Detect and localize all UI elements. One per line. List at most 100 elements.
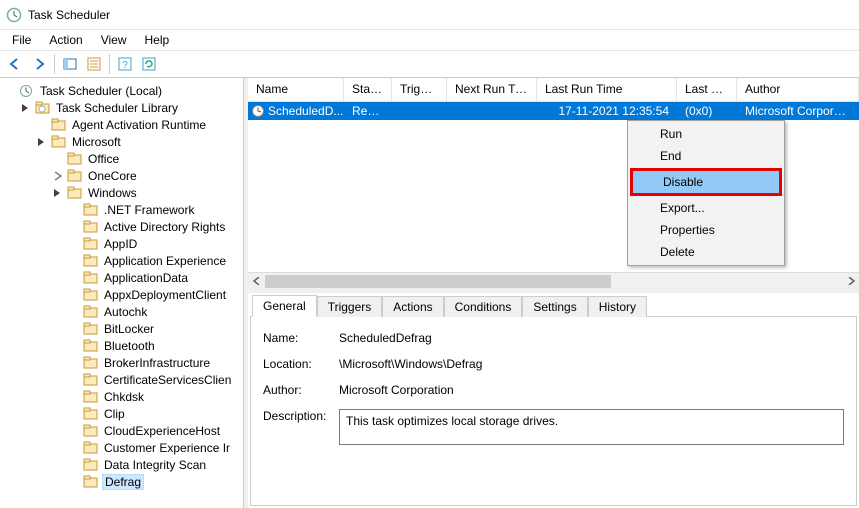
tab-conditions[interactable]: Conditions: [444, 296, 523, 317]
folder-icon: [51, 118, 67, 132]
tree-folder-label: Data Integrity Scan: [102, 458, 208, 472]
window-title: Task Scheduler: [28, 8, 110, 22]
properties-button[interactable]: [83, 53, 105, 75]
detail-name-label: Name:: [263, 331, 339, 345]
menu-file[interactable]: File: [4, 31, 39, 49]
detail-location-value: \Microsoft\Windows\Defrag: [339, 357, 844, 371]
tree-folder-label: AppxDeploymentClient: [102, 288, 228, 302]
folder-icon: [67, 152, 83, 166]
tree-folder-clip[interactable]: Clip: [66, 405, 243, 422]
tree-folder-defrag[interactable]: Defrag: [66, 473, 243, 490]
col-nextrun[interactable]: Next Run Time: [447, 78, 537, 101]
tree-agent[interactable]: Agent Activation Runtime: [34, 116, 243, 133]
tree-root-label: Task Scheduler (Local): [38, 84, 164, 98]
tree-folder-broker[interactable]: BrokerInfrastructure: [66, 354, 243, 371]
tree-folder-label: BitLocker: [102, 322, 156, 336]
scroll-right-button[interactable]: [842, 273, 859, 290]
tree-folder-chkdsk[interactable]: Chkdsk: [66, 388, 243, 405]
task-nextrun: [447, 110, 537, 112]
expander-collapsed-icon[interactable]: [52, 170, 64, 182]
ctx-end[interactable]: End: [630, 145, 782, 167]
tree-microsoft[interactable]: Microsoft: [34, 133, 243, 150]
help-button[interactable]: ?: [114, 53, 136, 75]
detail-description-label: Description:: [263, 409, 339, 423]
col-triggers[interactable]: Triggers: [392, 78, 447, 101]
tree-folder-datascan[interactable]: Data Integrity Scan: [66, 456, 243, 473]
ctx-disable[interactable]: Disable: [630, 168, 782, 196]
tree-folder-net[interactable]: .NET Framework: [66, 201, 243, 218]
col-name[interactable]: Name: [248, 78, 344, 101]
tree-folder-appid[interactable]: AppID: [66, 235, 243, 252]
show-hide-button[interactable]: [59, 53, 81, 75]
toolbar: ?: [0, 50, 859, 78]
tree-folder-cert[interactable]: CertificateServicesClien: [66, 371, 243, 388]
scroll-thumb[interactable]: [265, 275, 611, 288]
tree-folder-cloud[interactable]: CloudExperienceHost: [66, 422, 243, 439]
menu-action[interactable]: Action: [41, 31, 90, 49]
horizontal-scrollbar[interactable]: [248, 272, 859, 289]
details-pane: General Triggers Actions Conditions Sett…: [248, 293, 859, 508]
task-row[interactable]: ScheduledD... Ready 17-11-2021 12:35:54 …: [248, 102, 859, 120]
tree-folder-appexp[interactable]: Application Experience: [66, 252, 243, 269]
task-icon: [251, 104, 265, 118]
ctx-run[interactable]: Run: [630, 123, 782, 145]
tree-folder-bluetooth[interactable]: Bluetooth: [66, 337, 243, 354]
menu-view[interactable]: View: [93, 31, 135, 49]
forward-button[interactable]: [28, 53, 50, 75]
back-button[interactable]: [4, 53, 26, 75]
tab-settings[interactable]: Settings: [522, 296, 587, 317]
tree-library[interactable]: Task Scheduler Library: [18, 99, 243, 116]
col-lastresult[interactable]: Last Run Result: [677, 78, 737, 101]
tree-pane: Task Scheduler (Local) Task Scheduler Li…: [0, 78, 244, 508]
tab-triggers[interactable]: Triggers: [317, 296, 383, 317]
col-lastrun[interactable]: Last Run Time: [537, 78, 677, 101]
tree-folder-appdata[interactable]: ApplicationData: [66, 269, 243, 286]
task-list-header: Name Status Triggers Next Run Time Last …: [248, 78, 859, 102]
folder-icon: [83, 390, 99, 404]
tree-folder-bitlocker[interactable]: BitLocker: [66, 320, 243, 337]
detail-author-value: Microsoft Corporation: [339, 383, 844, 397]
tree-folder-label: CertificateServicesClien: [102, 373, 233, 387]
tree-windows[interactable]: Windows: [50, 184, 243, 201]
tree-office[interactable]: Office: [50, 150, 243, 167]
folder-icon: [83, 458, 99, 472]
tree-folder-label: BrokerInfrastructure: [102, 356, 212, 370]
tree-folder-appx[interactable]: AppxDeploymentClient: [66, 286, 243, 303]
folder-icon: [83, 271, 99, 285]
ctx-properties[interactable]: Properties: [630, 219, 782, 241]
folder-icon: [83, 475, 99, 489]
folder-icon: [83, 441, 99, 455]
col-author[interactable]: Author: [737, 78, 859, 101]
detail-name-value: ScheduledDefrag: [339, 331, 844, 345]
tree-folder-label: Bluetooth: [102, 339, 157, 353]
tree-folder-label: Chkdsk: [102, 390, 146, 404]
tree-folder-autochk[interactable]: Autochk: [66, 303, 243, 320]
tab-actions[interactable]: Actions: [382, 296, 443, 317]
ctx-delete[interactable]: Delete: [630, 241, 782, 263]
detail-author-label: Author:: [263, 383, 339, 397]
scroll-left-button[interactable]: [248, 273, 265, 290]
col-status[interactable]: Status: [344, 78, 392, 101]
folder-icon: [83, 356, 99, 370]
task-lastrun: 17-11-2021 12:35:54: [537, 103, 677, 119]
folder-icon: [83, 407, 99, 421]
tree-folder-label: Customer Experience Ir: [102, 441, 232, 455]
detail-description-value[interactable]: This task optimizes local storage drives…: [339, 409, 844, 445]
tab-history[interactable]: History: [588, 296, 647, 317]
tab-general[interactable]: General: [252, 295, 317, 317]
tree-onecore[interactable]: OneCore: [50, 167, 243, 184]
expander-icon[interactable]: [36, 136, 48, 148]
expander-icon[interactable]: [52, 187, 64, 199]
expander-icon[interactable]: [20, 102, 32, 114]
menu-help[interactable]: Help: [137, 31, 178, 49]
folder-icon: [83, 254, 99, 268]
tree-folder-adrights[interactable]: Active Directory Rights: [66, 218, 243, 235]
menubar: File Action View Help: [0, 30, 859, 50]
refresh-button[interactable]: [138, 53, 160, 75]
tab-body-general: Name: ScheduledDefrag Location: \Microso…: [250, 317, 857, 506]
ctx-export[interactable]: Export...: [630, 197, 782, 219]
folder-icon: [83, 203, 99, 217]
tree-root[interactable]: Task Scheduler (Local): [2, 82, 243, 99]
tree-folder-custexp[interactable]: Customer Experience Ir: [66, 439, 243, 456]
tree-folder-label: CloudExperienceHost: [102, 424, 222, 438]
